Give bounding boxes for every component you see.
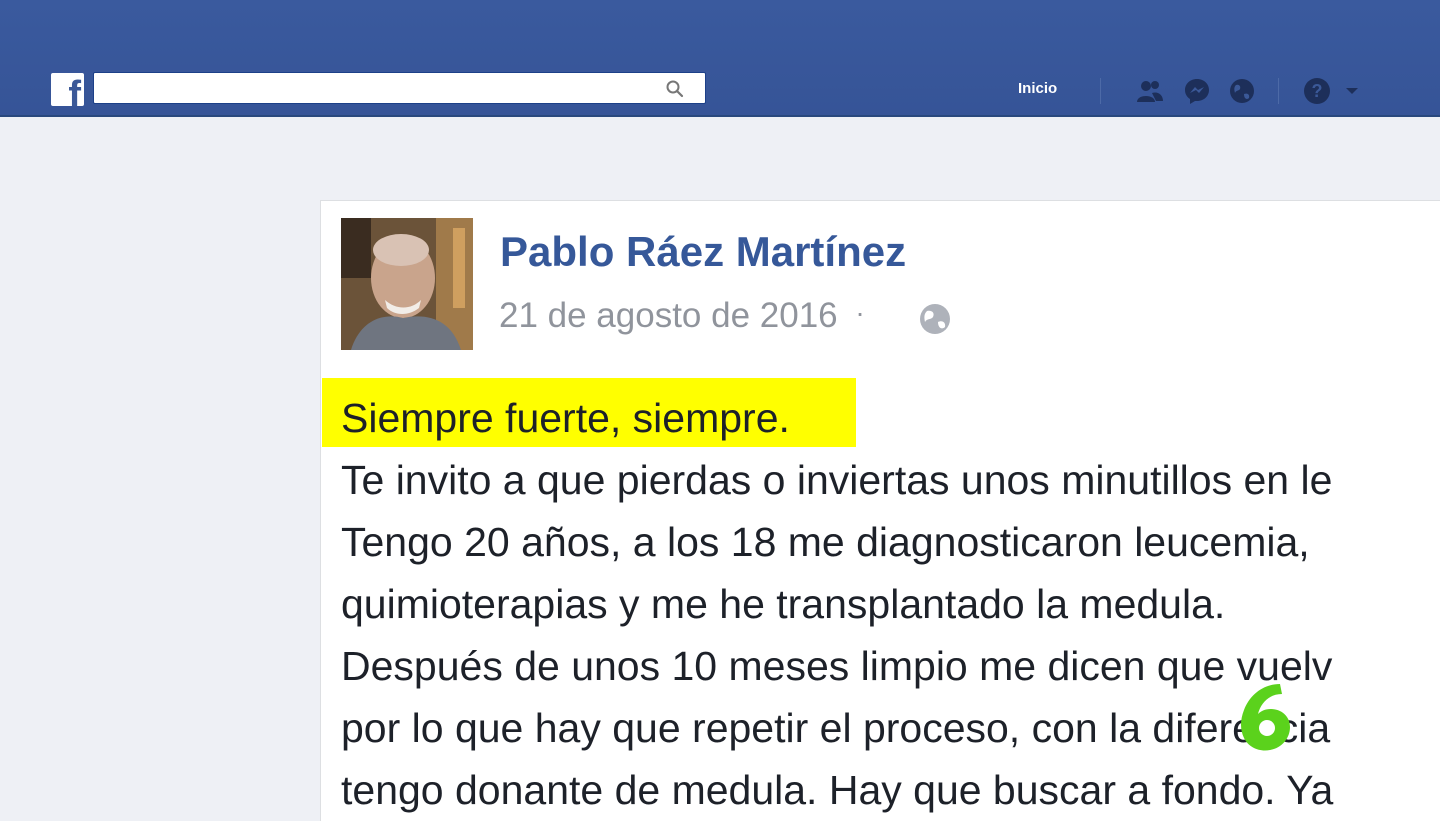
post-text-line: Después de unos 10 meses limpio me dicen… [341,643,1333,689]
globe-icon[interactable] [1227,76,1257,106]
post-highlighted-line: Siempre fuerte, siempre. [341,395,790,441]
friends-icon[interactable] [1134,76,1164,106]
post-meta: 21 de agosto de 2016 · [499,296,865,336]
facebook-logo-letter: f [68,74,81,106]
post-text-line: quimioterapias y me he transplantado la … [341,581,1226,627]
left-column [0,117,318,810]
profile-photo [341,218,473,350]
help-icon[interactable]: ? [1302,76,1332,106]
channel-watermark-logo [1241,684,1290,751]
nav-divider [1100,78,1101,104]
search-icon[interactable] [665,79,685,99]
post-author-name[interactable]: Pablo Ráez Martínez [500,228,906,276]
top-navigation-bar: f Inicio ? [0,0,1440,117]
search-input[interactable] [93,72,706,104]
public-audience-icon[interactable] [918,302,952,336]
facebook-logo[interactable]: f [51,73,84,106]
post-text-line: tengo donante de medula. Hay que buscar … [341,767,1334,813]
messenger-icon[interactable] [1182,76,1212,106]
post-text-line: por lo que hay que repetir el proceso, c… [341,705,1331,751]
avatar[interactable] [341,218,473,350]
svg-text:?: ? [1312,81,1323,101]
nav-divider [1278,78,1279,104]
caret-down-icon[interactable] [1340,76,1370,106]
meta-separator: · [855,297,865,328]
nav-home-link[interactable]: Inicio [1018,80,1057,97]
post-text-line: Te invito a que pierdas o inviertas unos… [341,457,1333,503]
post-date[interactable]: 21 de agosto de 2016 [499,296,838,335]
post-text-line: Tengo 20 años, a los 18 me diagnosticaro… [341,519,1310,565]
